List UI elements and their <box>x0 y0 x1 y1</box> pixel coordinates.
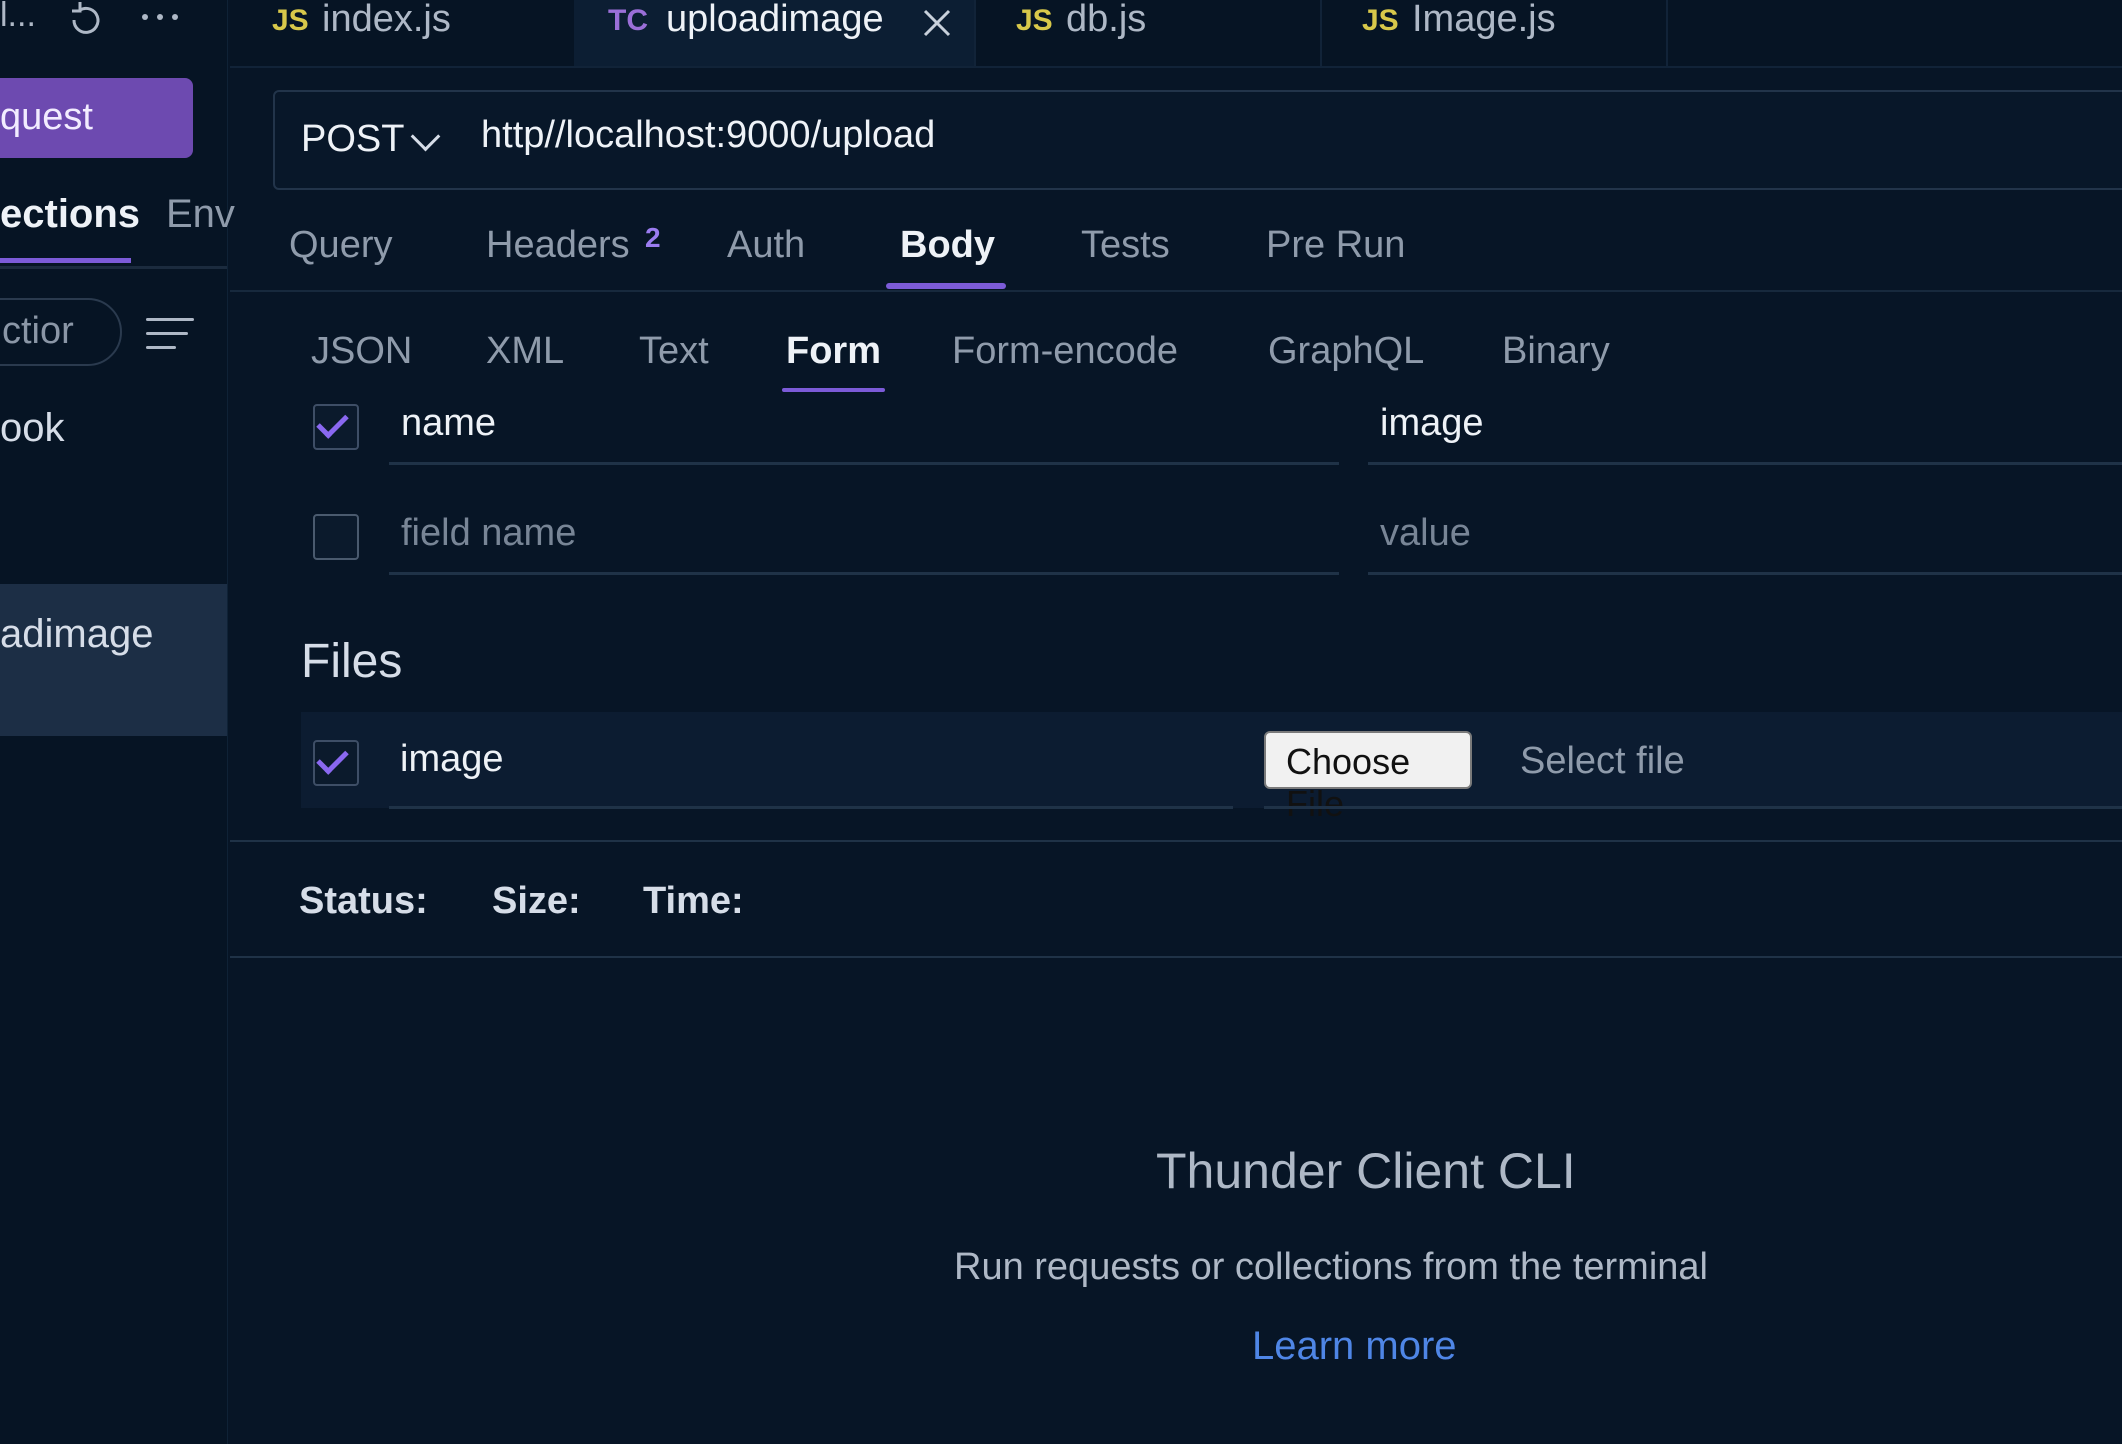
new-request-label: quest <box>0 96 93 138</box>
field-value-input[interactable]: value <box>1380 512 1471 555</box>
request-tab-active-indicator <box>886 283 1006 289</box>
tab-query[interactable]: Query <box>289 224 392 267</box>
tab-tests[interactable]: Tests <box>1081 224 1170 267</box>
chevron-down-icon <box>410 121 441 152</box>
choose-file-button[interactable]: Choose File <box>1264 731 1472 824</box>
body-tab-graphql[interactable]: GraphQL <box>1268 330 1424 373</box>
cli-title: Thunder Client CLI <box>1156 1143 1576 1199</box>
filter-placeholder: ctior <box>2 310 74 352</box>
new-request-button[interactable]: quest <box>0 78 193 158</box>
form-field-checkbox[interactable] <box>313 404 359 450</box>
body-tab-form[interactable]: Form <box>786 330 881 373</box>
headers-count-badge: 2 <box>645 222 661 253</box>
size-label: Size: <box>492 880 581 922</box>
collection-item[interactable]: ook <box>0 406 65 451</box>
url-value: http//localhost:9000/upload <box>481 114 936 156</box>
tab-label: db.js <box>1066 0 1147 40</box>
tab-index-js[interactable]: JS index.js <box>230 0 576 66</box>
field-underline <box>389 462 1339 465</box>
field-underline <box>389 572 1339 575</box>
tab-db-js[interactable]: JS db.js <box>974 0 1322 66</box>
body-tab-xml[interactable]: XML <box>486 330 564 373</box>
body-tab-form-encode[interactable]: Form-encode <box>952 330 1178 373</box>
method-select[interactable]: POST <box>273 90 465 190</box>
body-tab-text[interactable]: Text <box>639 330 709 373</box>
tab-label: index.js <box>322 0 451 40</box>
field-underline <box>1368 462 2122 465</box>
tab-image-js[interactable]: JS Image.js <box>1320 0 1668 66</box>
learn-more-link[interactable]: Learn more <box>1252 1324 1457 1369</box>
sidebar-tabs-divider <box>0 266 227 269</box>
close-icon[interactable] <box>922 8 952 38</box>
method-label: POST <box>301 118 405 160</box>
tc-file-icon: TC <box>608 4 648 37</box>
time-label: Time: <box>643 880 744 922</box>
request-item-label: adimage <box>0 612 154 656</box>
sidebar: l... quest ections Env ctior ook adimage <box>0 0 235 1444</box>
files-heading: Files <box>301 635 403 688</box>
tab-env[interactable]: Env <box>166 192 235 237</box>
field-name-input[interactable]: field name <box>401 512 576 555</box>
tab-label: Image.js <box>1412 0 1556 40</box>
filter-input[interactable]: ctior <box>0 298 122 366</box>
tab-body[interactable]: Body <box>900 224 995 267</box>
body-tab-json[interactable]: JSON <box>311 330 412 373</box>
form-field-name[interactable]: name <box>401 402 496 445</box>
choose-file-label: Choose File <box>1286 741 1411 824</box>
body-tab-binary[interactable]: Binary <box>1502 330 1610 373</box>
select-file-label: Select file <box>1520 740 1685 782</box>
refresh-icon[interactable] <box>66 0 106 40</box>
file-checkbox[interactable] <box>313 740 359 786</box>
js-file-icon: JS <box>272 4 309 37</box>
tab-collections[interactable]: ections <box>0 192 140 237</box>
field-underline <box>389 806 1233 809</box>
response-divider-bottom <box>230 956 2122 958</box>
tab-auth[interactable]: Auth <box>727 224 805 267</box>
check-icon <box>316 742 349 775</box>
tab-label: uploadimage <box>666 0 884 40</box>
tab-uploadimage[interactable]: TC uploadimage <box>574 0 976 66</box>
form-field-checkbox[interactable] <box>313 514 359 560</box>
check-icon <box>316 406 349 439</box>
tab-headers[interactable]: Headers <box>486 224 630 267</box>
request-tabs-divider <box>230 290 2122 292</box>
js-file-icon: JS <box>1016 4 1053 37</box>
cli-subtitle: Run requests or collections from the ter… <box>954 1246 1708 1288</box>
response-divider-top <box>230 840 2122 842</box>
url-input[interactable]: http//localhost:9000/upload <box>461 90 2122 190</box>
sort-icon[interactable] <box>146 318 196 352</box>
js-file-icon: JS <box>1362 4 1399 37</box>
file-field-name[interactable]: image <box>400 738 504 781</box>
editor-tab-bar: JS index.js TC uploadimage JS db.js JS I… <box>230 0 2122 68</box>
more-icon[interactable] <box>140 10 180 24</box>
tab-pre-run[interactable]: Pre Run <box>1266 224 1405 267</box>
field-underline <box>1264 806 2122 809</box>
sidebar-title: l... <box>0 0 36 34</box>
request-item-active[interactable]: adimage <box>0 584 227 736</box>
body-tab-active-indicator <box>782 388 885 392</box>
field-underline <box>1368 572 2122 575</box>
sidebar-active-tab-indicator <box>0 258 131 263</box>
form-field-value[interactable]: image <box>1380 402 1484 445</box>
file-row <box>301 712 2122 808</box>
status-label: Status: <box>299 880 428 922</box>
